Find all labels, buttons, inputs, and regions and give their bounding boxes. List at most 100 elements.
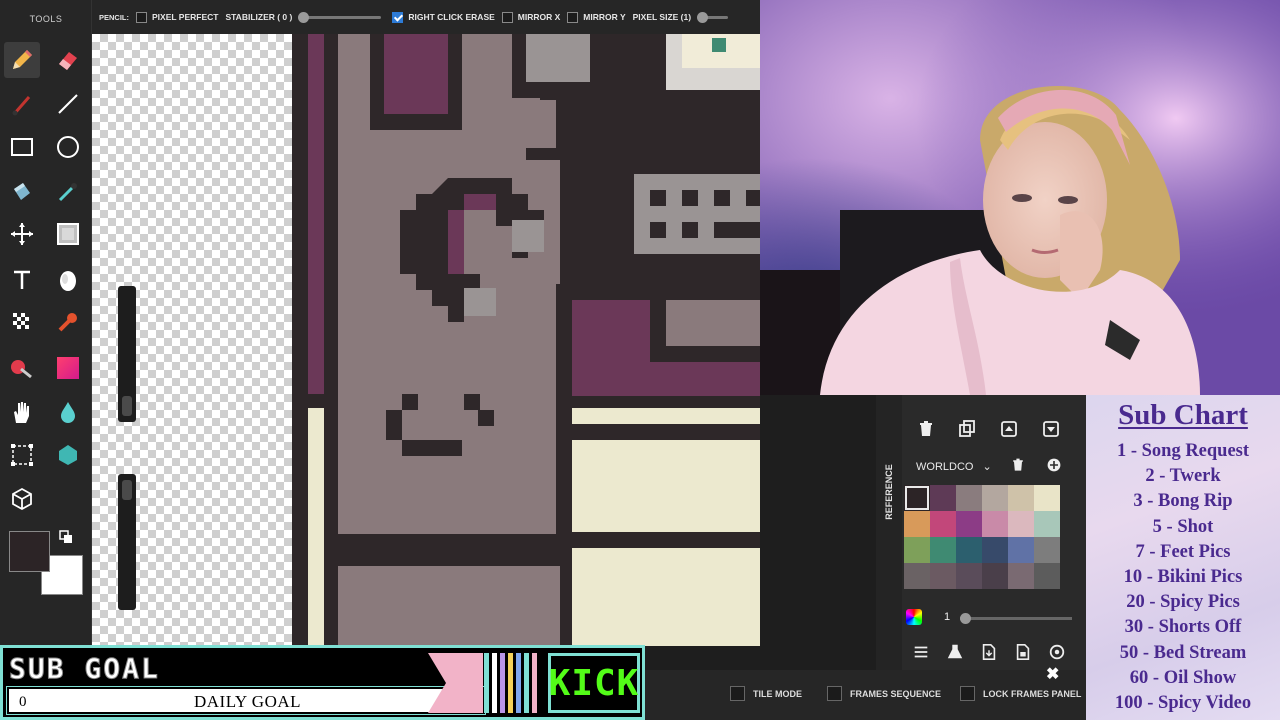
hand-icon: [14, 402, 29, 423]
alpha-slider-knob[interactable]: [960, 613, 971, 624]
pencil-tool[interactable]: [4, 42, 40, 78]
palette-swatch[interactable]: [904, 537, 930, 563]
pixel-perfect-checkbox[interactable]: [136, 11, 147, 23]
trash-icon[interactable]: [916, 419, 936, 439]
move-tool[interactable]: [4, 216, 40, 252]
drawing-canvas[interactable]: [92, 34, 760, 646]
brush-tool[interactable]: [4, 86, 40, 122]
rectangle-icon: [11, 138, 33, 156]
color-picker-icon[interactable]: [906, 609, 922, 625]
palette-swatch[interactable]: [904, 563, 930, 589]
move-down-icon[interactable]: [1041, 419, 1061, 439]
blur-tool[interactable]: [50, 262, 86, 298]
palette-swatch[interactable]: [1034, 511, 1060, 537]
mirror-x-checkbox[interactable]: [501, 11, 513, 23]
palette-swatch[interactable]: [1008, 537, 1034, 563]
pixel-perfect-option[interactable]: PIXEL PERFECT: [136, 11, 218, 23]
tile-mode-checkbox[interactable]: [730, 686, 745, 701]
rect-select-tool[interactable]: [50, 216, 86, 252]
palette-swatch[interactable]: [904, 485, 930, 511]
palette-swatch[interactable]: [956, 511, 982, 537]
palette-swatch[interactable]: [930, 485, 956, 511]
color-replace-tool[interactable]: [4, 350, 40, 386]
eraser-tool[interactable]: [50, 42, 86, 78]
add-palette-icon[interactable]: [1046, 457, 1062, 473]
stabilizer-slider[interactable]: [298, 11, 382, 23]
mirror-y-checkbox[interactable]: [567, 11, 579, 23]
mirror-x-option[interactable]: MIRROR X: [501, 11, 560, 23]
move-up-icon[interactable]: [999, 419, 1019, 439]
pixel-size-slider[interactable]: [697, 11, 729, 23]
palette-swatch[interactable]: [982, 485, 1008, 511]
text-tool[interactable]: [4, 262, 40, 298]
duplicate-icon[interactable]: [957, 419, 977, 439]
shape-tool[interactable]: [50, 437, 86, 473]
fill-bucket-tool[interactable]: [4, 174, 40, 210]
settings-icon[interactable]: [1048, 643, 1066, 661]
palette-swatch[interactable]: [982, 511, 1008, 537]
swap-colors-icon[interactable]: [59, 530, 73, 544]
pixel-size-slider-knob[interactable]: [697, 11, 709, 23]
palette-swatch[interactable]: [1008, 485, 1034, 511]
ellipse-tool[interactable]: [50, 129, 86, 165]
lock-frames-panel-checkbox[interactable]: [960, 686, 975, 701]
primary-color-swatch[interactable]: [9, 531, 50, 572]
palette-swatch[interactable]: [1034, 563, 1060, 589]
palette-select[interactable]: WORLDCO ⌄: [916, 460, 992, 473]
mirror-y-option[interactable]: MIRROR Y: [567, 11, 626, 23]
kick-logo: KICK: [548, 653, 640, 713]
tile-mode-label: TILE MODE: [753, 688, 802, 699]
alpha-slider[interactable]: [960, 613, 1072, 624]
smudge-tool[interactable]: [50, 304, 86, 340]
palette-swatch[interactable]: [930, 537, 956, 563]
scrollbar-thumb[interactable]: [122, 396, 132, 416]
ellipse-icon: [57, 136, 79, 158]
tile-mode-option[interactable]: TILE MODE: [730, 686, 802, 701]
text-icon: [14, 270, 30, 289]
close-icon[interactable]: ✖: [1046, 664, 1059, 684]
palette-swatch[interactable]: [982, 563, 1008, 589]
sub-chart-item: 7 - Feet Pics: [1135, 541, 1231, 562]
palette-swatch[interactable]: [930, 563, 956, 589]
layer-scrollbar-bottom[interactable]: [118, 474, 136, 610]
frames-sequence-option[interactable]: FRAMES SEQUENCE: [827, 686, 941, 701]
drop-tool[interactable]: [50, 394, 86, 430]
palette-swatch[interactable]: [1008, 563, 1034, 589]
file-import-icon[interactable]: [980, 643, 998, 661]
right-click-erase-checkbox[interactable]: [392, 11, 404, 23]
palette-swatch[interactable]: [982, 537, 1008, 563]
palette-swatch-grid: [904, 485, 1060, 589]
palette-swatch[interactable]: [1034, 485, 1060, 511]
cube-icon: [12, 487, 32, 511]
reference-tab[interactable]: REFERENCE: [876, 395, 902, 670]
hand-tool[interactable]: [4, 394, 40, 430]
eyedropper-tool[interactable]: [50, 174, 86, 210]
palette-swatch[interactable]: [930, 511, 956, 537]
lock-frames-panel-option[interactable]: LOCK FRAMES PANEL: [960, 686, 1081, 701]
gradient-tool[interactable]: [50, 350, 86, 386]
rectangle-tool[interactable]: [4, 129, 40, 165]
scrollbar-thumb[interactable]: [122, 480, 132, 500]
line-tool[interactable]: [50, 86, 86, 122]
delete-palette-icon[interactable]: [1010, 457, 1026, 473]
move-icon: [11, 223, 33, 245]
frames-sequence-checkbox[interactable]: [827, 686, 842, 701]
palette-swatch[interactable]: [1008, 511, 1034, 537]
right-click-erase-option[interactable]: RIGHT CLICK ERASE: [392, 11, 495, 23]
decorative-stripes: [428, 653, 537, 713]
palette-swatch[interactable]: [956, 563, 982, 589]
list-icon[interactable]: [912, 643, 930, 661]
cube-tool[interactable]: [4, 481, 40, 517]
palette-swatch[interactable]: [956, 485, 982, 511]
layer-scrollbar-top[interactable]: [118, 286, 136, 422]
flask-icon[interactable]: [946, 643, 964, 661]
stabilizer-slider-knob[interactable]: [298, 11, 310, 23]
dither-tool[interactable]: [4, 304, 40, 340]
crop-tool[interactable]: [4, 437, 40, 473]
sub-chart-item: 100 - Spicy Video: [1114, 692, 1252, 713]
palette-swatch[interactable]: [1034, 537, 1060, 563]
fill-bucket-icon: [14, 183, 30, 200]
palette-swatch[interactable]: [904, 511, 930, 537]
palette-swatch[interactable]: [956, 537, 982, 563]
file-export-icon[interactable]: [1014, 643, 1032, 661]
